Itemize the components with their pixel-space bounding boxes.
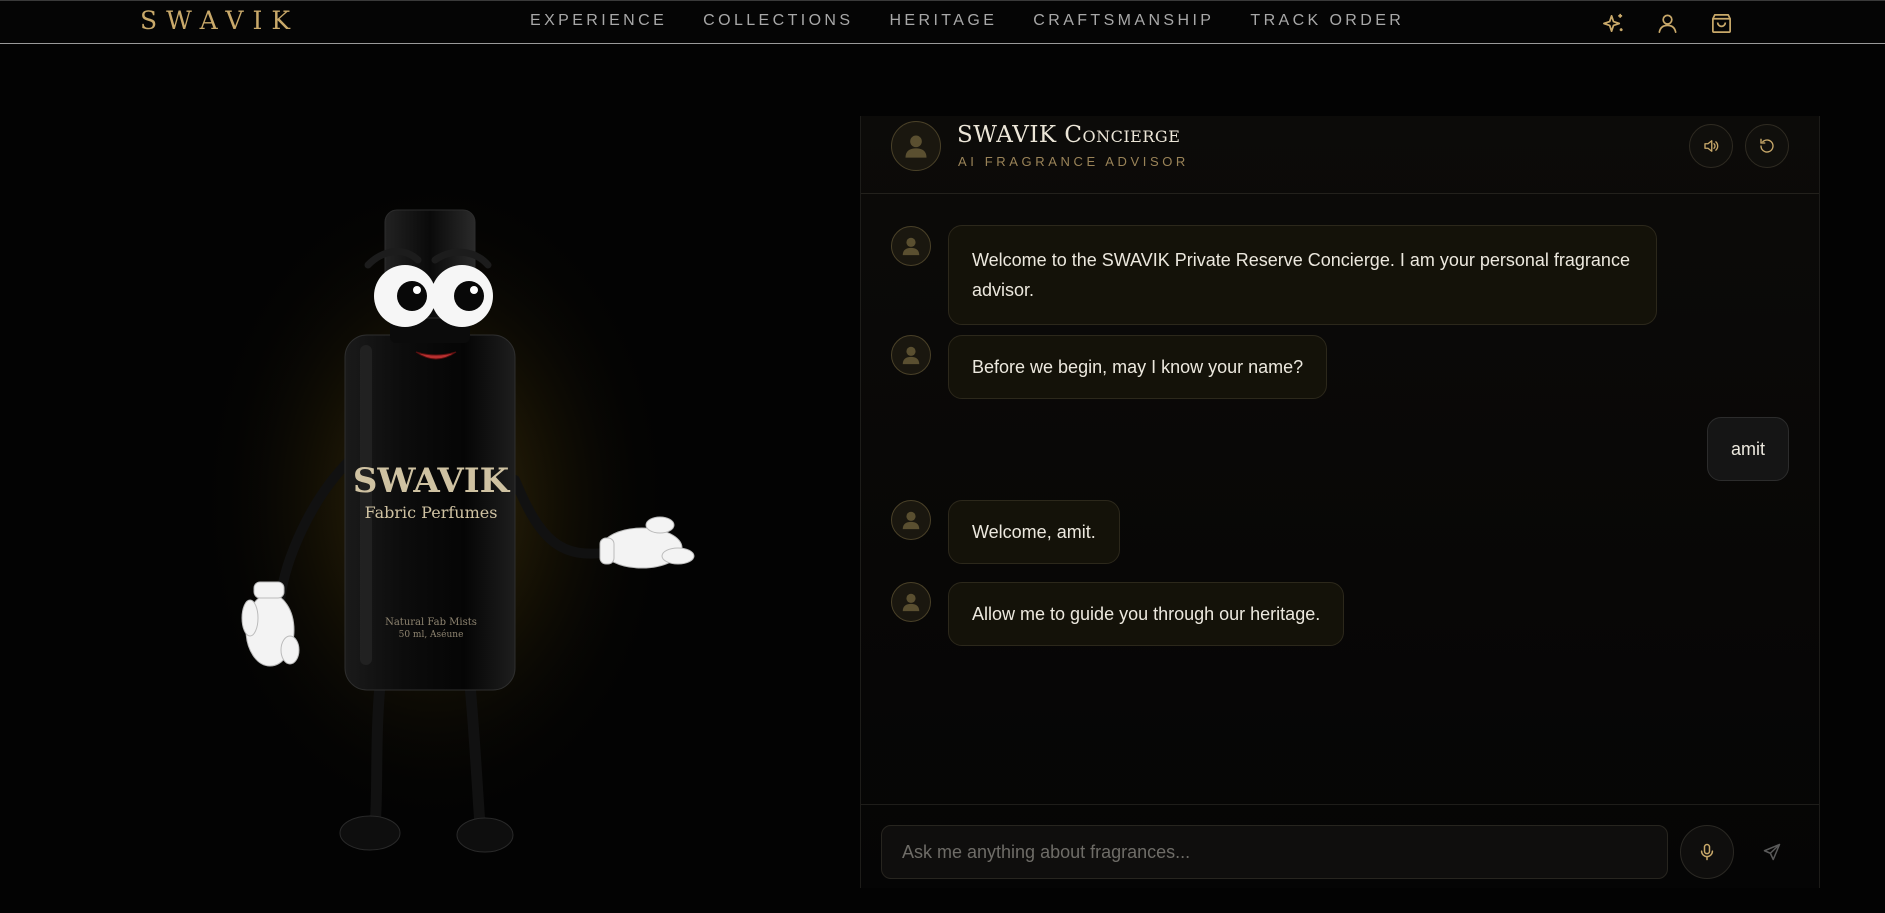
chat-header: SWAVIK Concierge AI FRAGRANCE ADVISOR — [861, 116, 1819, 194]
concierge-avatar-icon — [891, 121, 941, 171]
assistant-message: Welcome, amit. — [948, 500, 1120, 564]
bottle-label-sub: Fabric Perfumes — [365, 503, 498, 522]
assistant-message: Welcome to the SWAVIK Private Reserve Co… — [948, 225, 1657, 325]
assistant-message: Before we begin, may I know your name? — [948, 335, 1328, 399]
nav-link-experience[interactable]: EXPERIENCE — [530, 12, 667, 30]
send-icon — [1763, 843, 1781, 861]
nav-links: EXPERIENCE COLLECTIONS HERITAGE CRAFTSMA… — [530, 12, 1440, 30]
reset-chat-button[interactable] — [1745, 124, 1789, 168]
nav-link-craftsmanship[interactable]: CRAFTSMANSHIP — [1033, 12, 1214, 30]
volume-icon — [1704, 140, 1719, 152]
assistant-message: Allow me to guide you through our herita… — [948, 582, 1345, 646]
speaker-button[interactable] — [1689, 124, 1733, 168]
bottle-label-small-2: 50 ml, Aséune — [399, 629, 464, 640]
nav-link-track-order[interactable]: TRACK ORDER — [1250, 12, 1404, 30]
shopping-bag-icon[interactable] — [1708, 10, 1734, 36]
assistant-avatar-icon — [891, 582, 931, 622]
top-nav: SWAVIK EXPERIENCE COLLECTIONS HERITAGE C… — [0, 0, 1885, 44]
refresh-icon — [1760, 138, 1774, 153]
assistant-avatar-icon — [891, 500, 931, 540]
sparkles-icon[interactable] — [1600, 10, 1626, 36]
user-icon[interactable] — [1654, 10, 1680, 36]
concierge-chat-panel: SWAVIK Concierge AI FRAGRANCE ADVISOR We… — [860, 116, 1820, 888]
assistant-avatar-icon — [891, 226, 931, 266]
nav-link-heritage[interactable]: HERITAGE — [889, 12, 997, 30]
chat-subtitle: AI FRAGRANCE ADVISOR — [958, 154, 1189, 169]
nav-link-collections[interactable]: COLLECTIONS — [703, 12, 853, 30]
brand-logo[interactable]: SWAVIK — [140, 6, 299, 35]
perfume-mascot-illustration: SWAVIK Fabric Perfumes Natural Fab Mists… — [190, 120, 730, 880]
voice-input-button[interactable] — [1680, 825, 1734, 879]
chat-title: SWAVIK Concierge — [957, 122, 1181, 148]
nav-icons — [1600, 10, 1734, 36]
bottle-label-small-1: Natural Fab Mists — [385, 617, 477, 628]
user-message: amit — [1706, 417, 1789, 481]
assistant-avatar-icon — [891, 335, 931, 375]
microphone-icon — [1700, 843, 1714, 861]
chat-composer — [861, 804, 1819, 888]
send-message-button[interactable] — [1745, 825, 1799, 879]
bottle-label-brand: SWAVIK — [353, 461, 511, 501]
chat-message-input[interactable] — [881, 825, 1668, 879]
